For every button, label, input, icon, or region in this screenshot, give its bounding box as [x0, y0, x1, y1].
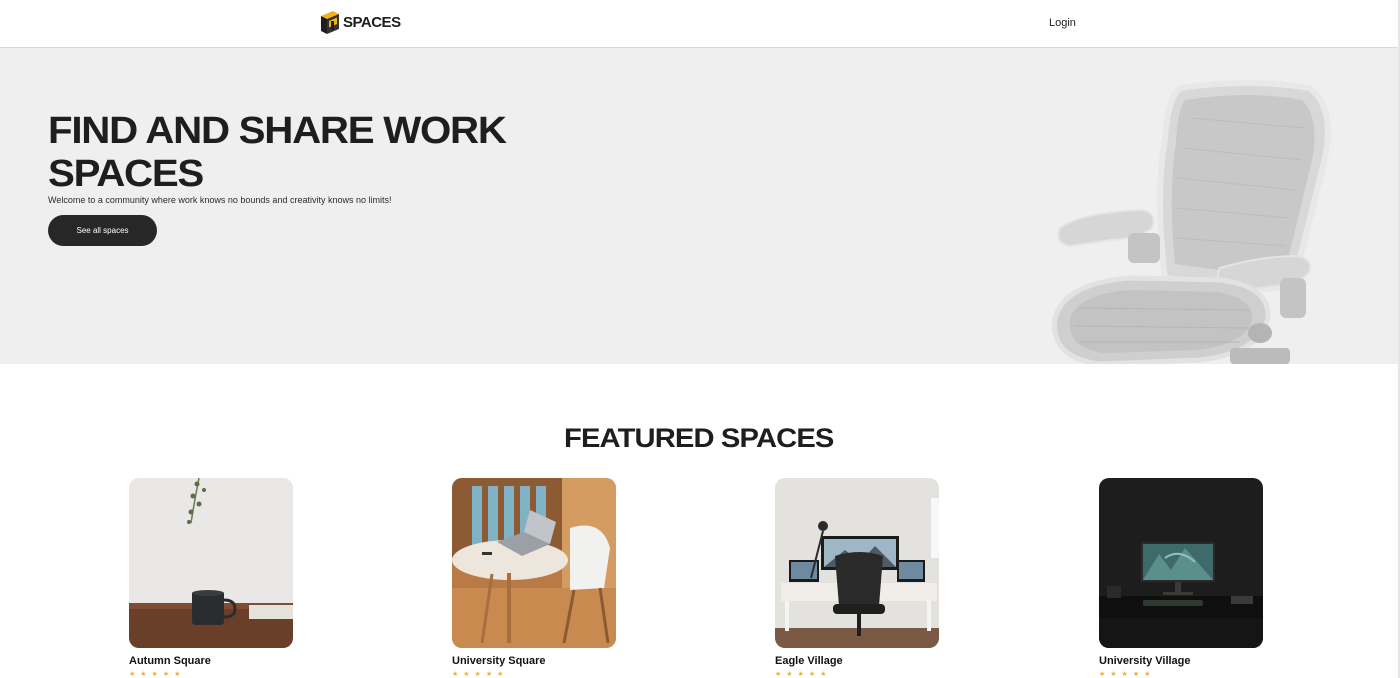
rating-stars: ★★★★★ [452, 671, 509, 678]
space-photo[interactable] [452, 478, 616, 648]
top-navbar: SPACES Login [0, 0, 1398, 48]
hero-section: FIND AND SHARE WORK SPACES Welcome to a … [0, 48, 1398, 364]
space-name[interactable]: Autumn Square [129, 655, 293, 667]
rating-stars: ★★★★★ [775, 671, 832, 678]
space-card-university-square[interactable]: University Square ★★★★★ [452, 478, 616, 678]
rating-stars: ★★★★★ [129, 671, 186, 678]
space-photo[interactable] [129, 478, 293, 648]
space-name[interactable]: Eagle Village [775, 655, 939, 667]
logo-link[interactable]: SPACES [319, 10, 401, 35]
featured-spaces-title: FEATURED SPACES [564, 423, 834, 453]
see-all-spaces-button[interactable]: See all spaces [48, 215, 157, 246]
space-photo[interactable] [775, 478, 939, 648]
hero-subtitle: Welcome to a community where work knows … [48, 195, 392, 205]
hero-title: FIND AND SHARE WORK SPACES [48, 110, 507, 195]
space-card-university-village[interactable]: University Village ★★★★★ [1099, 478, 1263, 678]
office-chair-image [1052, 80, 1331, 364]
space-photo[interactable] [1099, 478, 1263, 648]
space-card-eagle-village[interactable]: Eagle Village ★★★★★ [775, 478, 939, 678]
rating-stars: ★★★★★ [1099, 671, 1156, 678]
space-card-autumn-square[interactable]: Autumn Square ★★★★★ [129, 478, 293, 678]
logo-icon [321, 11, 339, 34]
space-name[interactable]: University Village [1099, 655, 1263, 667]
logo-text: SPACES [343, 14, 401, 31]
login-link[interactable]: Login [1049, 17, 1076, 29]
space-name[interactable]: University Square [452, 655, 616, 667]
